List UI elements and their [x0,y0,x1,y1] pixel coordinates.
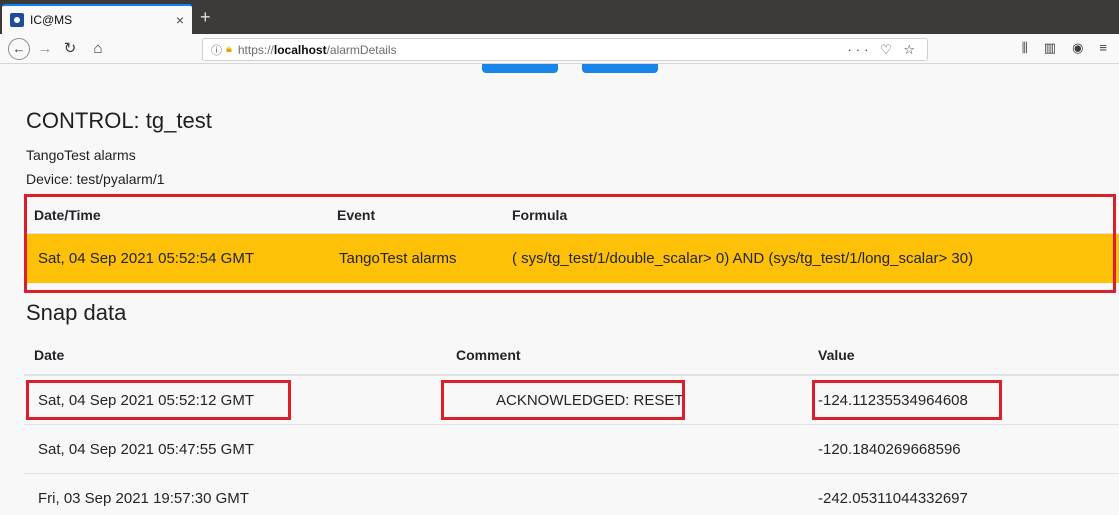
reload-icon[interactable]: ↻ [60,38,80,60]
snap-value: -124.11235534964608 [818,391,968,409]
alarm-table: Date/Time Event Formula Sat, 04 Sep 2021… [24,196,1119,283]
alarm-event: TangoTest alarms [339,250,457,267]
tab-title: IC@MS [30,13,73,27]
alarm-row[interactable]: Sat, 04 Sep 2021 05:52:54 GMT TangoTest … [24,234,1119,283]
snap-value: -242.05311044332697 [818,489,968,507]
table-row[interactable]: Sat, 04 Sep 2021 05:52:12 GMT ACKNOWLEDG… [24,376,1119,425]
account-icon[interactable]: ◉ [1072,40,1083,56]
snap-date: Sat, 04 Sep 2021 05:52:12 GMT [38,391,254,409]
menu-icon[interactable]: ≡ [1099,40,1107,56]
snap-date: Sat, 04 Sep 2021 05:47:55 GMT [38,440,254,458]
header-comment: Comment [456,347,521,363]
page-title: CONTROL: tg_test [26,108,212,133]
favicon-icon [10,13,24,27]
alarm-table-header: Date/Time Event Formula [24,196,1119,234]
url-host: localhost [273,42,327,57]
snap-table: Date Comment Value Sat, 04 Sep 2021 05:5… [24,336,1119,515]
home-icon[interactable]: ⌂ [88,38,108,60]
snap-table-header: Date Comment Value [24,336,1119,376]
header-value: Value [818,347,855,363]
top-button-1[interactable] [482,64,558,73]
alarm-formula: ( sys/tg_test/1/double_scalar> 0) AND (s… [512,250,974,267]
header-formula: Formula [512,206,568,223]
url-scheme: https:// [237,42,274,57]
page-content: CONTROL: tg_test TangoTest alarms Device… [0,64,1119,515]
url-path: /alarmDetails [326,42,397,57]
toolbar-icons: ⫼ ▥ ◉ ≡ [1022,40,1107,56]
sidebar-icon[interactable]: ▥ [1044,40,1056,56]
header-datetime: Date/Time [34,206,101,223]
device-label: Device: test/pyalarm/1 [26,171,165,187]
browser-tab[interactable]: IC@MS × [2,4,192,34]
back-arrow-icon[interactable]: ← [8,38,30,60]
header-date: Date [34,347,65,363]
snap-data-title: Snap data [26,300,127,325]
snap-comment: ACKNOWLEDGED: RESET [496,391,684,409]
new-tab-button[interactable]: + [200,6,211,28]
snap-date: Fri, 03 Sep 2021 19:57:30 GMT [38,489,249,507]
forward-arrow-icon[interactable]: → [36,38,54,60]
alarm-datetime: Sat, 04 Sep 2021 05:52:54 GMT [38,250,254,267]
library-icon[interactable]: ⫼ [1022,40,1028,56]
header-event: Event [337,206,376,223]
table-row[interactable]: Sat, 04 Sep 2021 05:47:55 GMT -120.18402… [24,425,1119,474]
url-bar[interactable]: ⓘ 🔒︎ https://localhost/alarmDetails ··· … [202,38,928,61]
browser-nav-bar: ← → ↻ ⌂ ⓘ 🔒︎ https://localhost/alarmDeta… [0,34,1119,64]
tab-close-icon[interactable]: × [176,12,184,28]
snap-value: -120.1840269668596 [818,440,961,458]
browser-tab-bar: IC@MS × + [0,0,1119,34]
alarm-description: TangoTest alarms [26,147,136,163]
table-row[interactable]: Fri, 03 Sep 2021 19:57:30 GMT -242.05311… [24,474,1119,515]
top-button-2[interactable] [582,64,658,73]
info-icon[interactable]: ⓘ [211,42,222,58]
page-actions-icon[interactable]: ··· ♡ ☆ [847,42,919,58]
lock-warning-icon[interactable]: 🔒︎ [226,43,232,56]
